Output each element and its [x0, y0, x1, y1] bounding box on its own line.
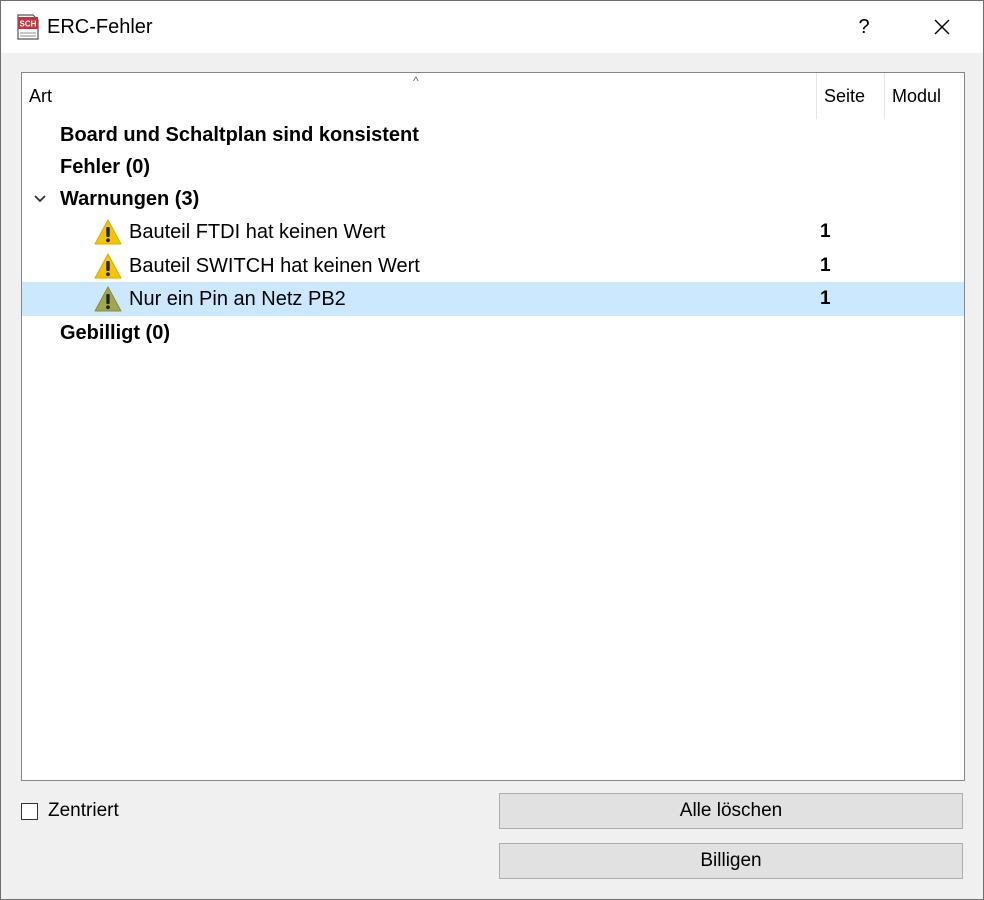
chevron-down-icon[interactable]	[32, 182, 48, 216]
column-separator[interactable]	[884, 73, 885, 119]
tree-item-consistent[interactable]: Board und Schaltplan sind konsistent	[22, 118, 964, 152]
warning-item-page: 1	[820, 255, 831, 276]
warning-item-label: Bauteil FTDI hat keinen Wert	[129, 220, 386, 243]
column-header: ^ Art Seite Modul	[22, 73, 964, 119]
sort-ascending-icon: ^	[413, 74, 419, 88]
warning-item-2[interactable]: Bauteil SWITCH hat keinen Wert 1	[22, 249, 964, 283]
tree-item-label: Fehler (0)	[60, 155, 151, 178]
column-separator[interactable]	[816, 73, 817, 119]
tree-item-label: Board und Schaltplan sind konsistent	[60, 123, 419, 146]
tree-item-label: Warnungen (3)	[60, 187, 200, 210]
column-header-seite[interactable]: Seite	[824, 73, 865, 119]
column-header-modul[interactable]: Modul	[892, 73, 941, 119]
help-button[interactable]: ?	[829, 1, 899, 53]
title-bar[interactable]: SCH ERC-Fehler ?	[1, 1, 983, 53]
warning-icon	[94, 286, 122, 312]
center-checkbox[interactable]	[21, 802, 38, 820]
warning-item-page: 1	[820, 221, 831, 242]
center-checkbox-control[interactable]: Zentriert	[21, 799, 119, 823]
warning-item-label: Nur ein Pin an Netz PB2	[129, 287, 346, 310]
tree-item-warnings[interactable]: Warnungen (3)	[22, 182, 964, 216]
close-button[interactable]	[907, 1, 977, 53]
column-header-art[interactable]: Art	[29, 73, 52, 119]
tree-item-label: Gebilligt (0)	[60, 321, 170, 344]
close-icon	[934, 19, 950, 35]
center-checkbox-label[interactable]: Zentriert	[48, 800, 119, 822]
warning-item-3[interactable]: Nur ein Pin an Netz PB2 1	[22, 282, 964, 316]
warning-icon	[94, 253, 122, 279]
warning-item-1[interactable]: Bauteil FTDI hat keinen Wert 1	[22, 215, 964, 249]
erc-tree-view[interactable]: ^ Art Seite Modul Board und Schaltplan s…	[21, 72, 965, 781]
tree-item-approved[interactable]: Gebilligt (0)	[22, 316, 964, 350]
erc-dialog: SCH ERC-Fehler ? ^ Art Seite Modul Board…	[0, 0, 984, 900]
window-title: ERC-Fehler	[47, 16, 153, 38]
warning-item-label: Bauteil SWITCH hat keinen Wert	[129, 254, 420, 277]
tree-item-errors[interactable]: Fehler (0)	[22, 150, 964, 184]
clear-all-button[interactable]: Alle löschen	[499, 793, 963, 829]
approve-button[interactable]: Billigen	[499, 843, 963, 879]
sch-file-icon: SCH	[17, 14, 39, 40]
warning-icon	[94, 219, 122, 245]
warning-item-page: 1	[820, 288, 831, 309]
app-icon-text: SCH	[20, 20, 37, 29]
